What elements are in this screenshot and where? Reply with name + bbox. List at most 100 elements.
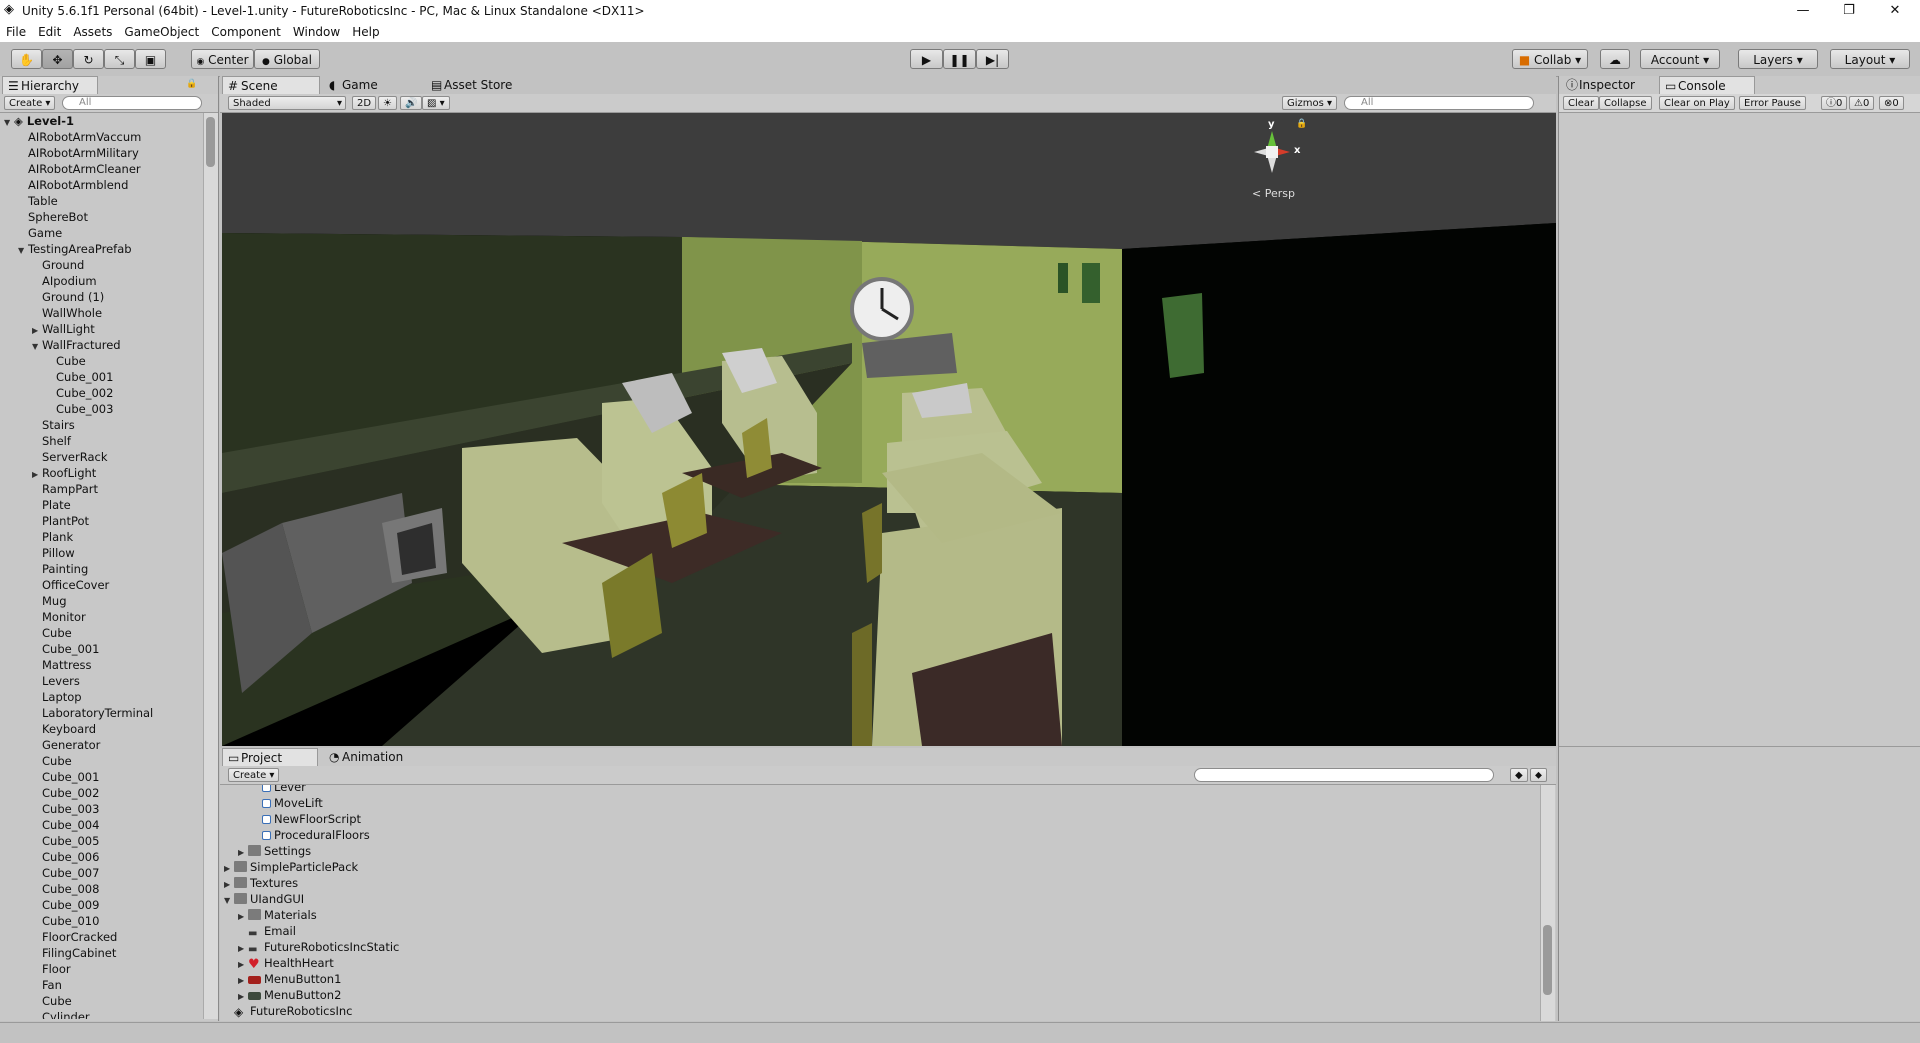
lock-icon[interactable]: 🔒 — [186, 79, 197, 89]
hierarchy-item[interactable]: AIRobotArmMilitary — [0, 145, 139, 161]
play-button[interactable]: ▶ — [910, 49, 943, 69]
menu-help[interactable]: Help — [346, 22, 385, 42]
project-create-button[interactable]: Create ▾ — [228, 768, 280, 782]
scene-search-input[interactable]: All — [1344, 96, 1534, 110]
tab-console[interactable]: ▭ Console — [1659, 76, 1755, 94]
hierarchy-item[interactable]: Table — [0, 193, 58, 209]
hierarchy-item[interactable]: Cube — [0, 353, 86, 369]
gizmo-lock-icon[interactable]: 🔒 — [1296, 119, 1307, 129]
shading-dropdown[interactable]: Shaded ▾ — [228, 96, 346, 110]
step-button[interactable]: ▶| — [976, 49, 1009, 69]
hierarchy-item[interactable]: Ground (1) — [0, 289, 104, 305]
minimize-button[interactable]: — — [1780, 0, 1826, 22]
pause-button[interactable]: ❚❚ — [943, 49, 976, 69]
hierarchy-item[interactable]: Cube_002 — [0, 785, 99, 801]
hierarchy-item[interactable]: Game — [0, 225, 62, 241]
hierarchy-item[interactable]: Laptop — [0, 689, 82, 705]
project-item[interactable]: ▶ Settings — [220, 843, 311, 859]
hierarchy-item[interactable]: Cube_006 — [0, 849, 99, 865]
project-item[interactable]: ▶ MenuButton2 — [220, 987, 341, 1003]
scale-tool-button[interactable]: ⤡ — [104, 49, 135, 69]
scene-root[interactable]: ▼ ◈ Level-1 — [0, 113, 74, 129]
hierarchy-item[interactable]: AIRobotArmCleaner — [0, 161, 141, 177]
hierarchy-item[interactable]: Monitor — [0, 609, 86, 625]
hierarchy-item[interactable]: Mug — [0, 593, 67, 609]
projection-toggle[interactable]: < Persp — [1252, 187, 1295, 200]
menu-component[interactable]: Component — [205, 22, 287, 42]
hierarchy-item[interactable]: FilingCabinet — [0, 945, 116, 961]
tab-game[interactable]: ◖ Game — [324, 76, 414, 94]
hierarchy-item[interactable]: Stairs — [0, 417, 75, 433]
hierarchy-item[interactable]: Cube_010 — [0, 913, 99, 929]
project-item[interactable]: ▶ ♥ HealthHeart — [220, 955, 334, 971]
audio-toggle-icon[interactable]: 🔊 — [400, 96, 423, 110]
console-clear-button[interactable]: Clear — [1563, 96, 1600, 110]
rotate-tool-button[interactable]: ↻ — [73, 49, 104, 69]
mode-2d-button[interactable]: 2D — [352, 96, 377, 110]
hierarchy-item[interactable]: ▼ TestingAreaPrefab — [0, 241, 132, 257]
effects-dropdown-icon[interactable]: ▨ ▾ — [422, 96, 450, 110]
hierarchy-item[interactable]: FloorCracked — [0, 929, 117, 945]
hierarchy-item[interactable]: ServerRack — [0, 449, 107, 465]
layout-dropdown[interactable]: Layout ▾ — [1830, 49, 1910, 69]
project-item[interactable]: ▶ ▬ FutureRoboticsIncStatic — [220, 939, 399, 955]
hierarchy-item[interactable]: Cube — [0, 625, 72, 641]
project-item[interactable]: ◈ FutureRoboticsInc — [220, 1003, 353, 1019]
cloud-button[interactable]: ☁ — [1600, 49, 1630, 69]
hierarchy-item[interactable]: Cube — [0, 993, 72, 1009]
menu-file[interactable]: File — [0, 22, 32, 42]
hierarchy-item[interactable]: Plank — [0, 529, 73, 545]
project-item[interactable]: ProceduralFloors — [220, 827, 370, 843]
move-tool-button[interactable]: ✥ — [42, 49, 73, 69]
project-item[interactable]: ▶ MenuButton1 — [220, 971, 341, 987]
filter-type-icon[interactable]: ◆ — [1510, 768, 1528, 782]
hierarchy-item[interactable]: ▶ RoofLight — [0, 465, 96, 481]
tab-animation[interactable]: ◔ Animation — [324, 748, 434, 766]
hierarchy-item[interactable]: Cube_001 — [0, 641, 99, 657]
hierarchy-item[interactable]: Cube_007 — [0, 865, 99, 881]
hierarchy-item[interactable]: Cube_004 — [0, 817, 99, 833]
menu-edit[interactable]: Edit — [32, 22, 67, 42]
project-item[interactable]: MoveLift — [220, 795, 323, 811]
hierarchy-item[interactable]: AIRobotArmVaccum — [0, 129, 141, 145]
tab-scene[interactable]: # Scene — [222, 76, 320, 94]
tab-asset-store[interactable]: ▤ Asset Store — [426, 76, 546, 94]
lighting-toggle-icon[interactable]: ☀ — [378, 96, 397, 110]
hierarchy-item[interactable]: Mattress — [0, 657, 92, 673]
project-item[interactable]: ▼ UIandGUI — [220, 891, 304, 907]
menu-window[interactable]: Window — [287, 22, 346, 42]
hierarchy-item[interactable]: Shelf — [0, 433, 71, 449]
project-item[interactable]: ▶ SimpleParticlePack — [220, 859, 358, 875]
hierarchy-scroll-thumb[interactable] — [206, 117, 215, 167]
hand-tool-button[interactable]: ✋ — [11, 49, 42, 69]
console-warning-toggle[interactable]: ⚠0 — [1849, 96, 1875, 110]
hierarchy-item[interactable]: Cube_008 — [0, 881, 99, 897]
filter-label-icon[interactable]: ⬥ — [1530, 768, 1547, 782]
hierarchy-item[interactable]: Plate — [0, 497, 71, 513]
hierarchy-item[interactable]: Keyboard — [0, 721, 96, 737]
hierarchy-item[interactable]: Cube_003 — [0, 401, 113, 417]
console-error-toggle[interactable]: ⊗0 — [1879, 96, 1904, 110]
hierarchy-item[interactable]: Pillow — [0, 545, 75, 561]
hierarchy-search-input[interactable]: All — [62, 96, 202, 110]
tab-project[interactable]: ▭ Project — [222, 748, 318, 766]
hierarchy-item[interactable]: LaboratoryTerminal — [0, 705, 153, 721]
hierarchy-item[interactable]: Fan — [0, 977, 62, 993]
hierarchy-item[interactable]: AIRobotArmblend — [0, 177, 128, 193]
hierarchy-item[interactable]: ▶ WallLight — [0, 321, 95, 337]
hierarchy-item[interactable]: Floor — [0, 961, 71, 977]
hierarchy-item[interactable]: Levers — [0, 673, 80, 689]
hierarchy-item[interactable]: Cube_001 — [0, 369, 113, 385]
hierarchy-item[interactable]: Cube_005 — [0, 833, 99, 849]
hierarchy-item[interactable]: RampPart — [0, 481, 98, 497]
project-item[interactable]: ▬ Email — [220, 923, 296, 939]
gizmos-dropdown[interactable]: Gizmos ▾ — [1282, 96, 1338, 110]
rect-tool-button[interactable]: ▣ — [135, 49, 166, 69]
project-item[interactable]: ▶ Materials — [220, 907, 317, 923]
hierarchy-item[interactable]: SphereBot — [0, 209, 88, 225]
console-collapse-button[interactable]: Collapse — [1599, 96, 1652, 110]
pivot-center-button[interactable]: ◉ Center — [191, 49, 254, 69]
project-scrollbar[interactable] — [1540, 785, 1555, 1021]
menu-gameobject[interactable]: GameObject — [118, 22, 205, 42]
console-clear-on-play-button[interactable]: Clear on Play — [1659, 96, 1735, 110]
